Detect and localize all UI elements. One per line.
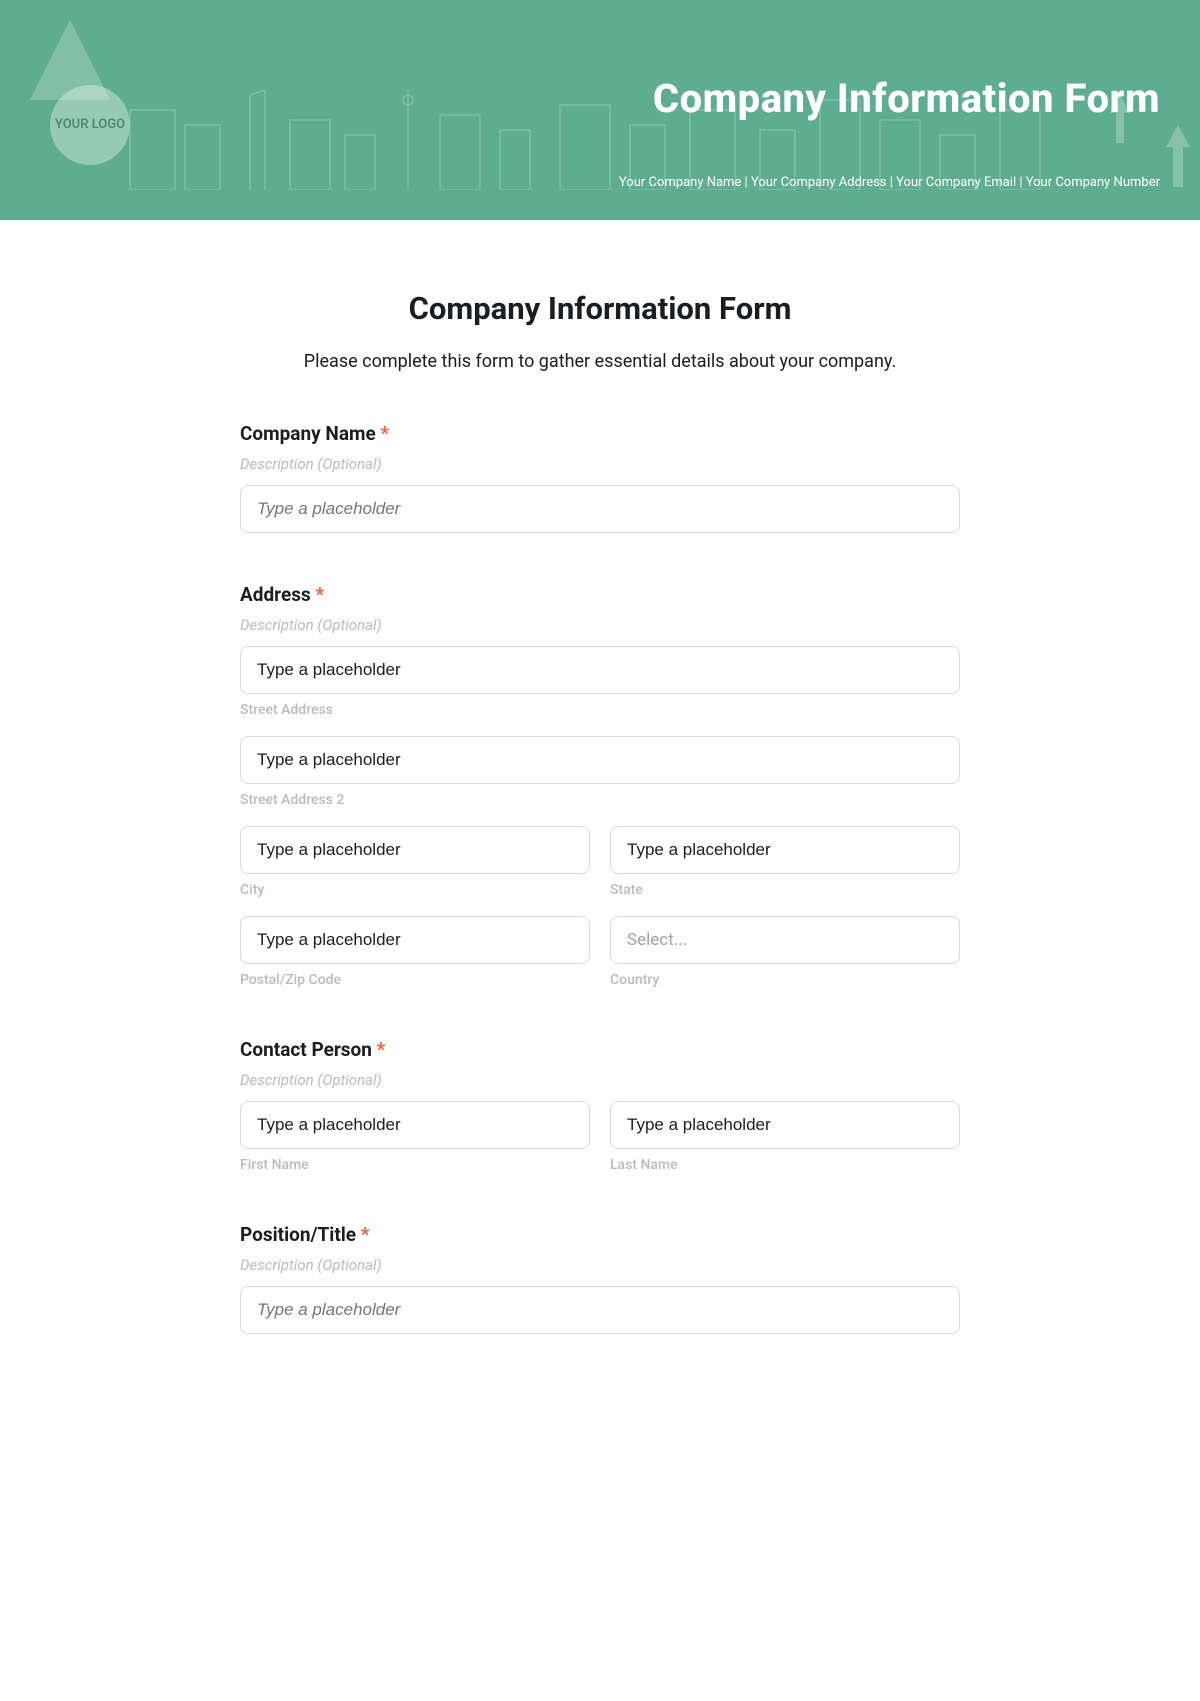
- sublabel-country: Country: [610, 972, 960, 988]
- input-city[interactable]: [240, 826, 590, 874]
- field-company-name: Company Name * Description (Optional): [240, 422, 960, 533]
- input-company-name[interactable]: [240, 485, 960, 533]
- header-subtitle: Your Company Name | Your Company Address…: [619, 175, 1160, 190]
- logo-placeholder: YOUR LOGO: [50, 85, 130, 165]
- sublabel-state: State: [610, 882, 960, 898]
- field-contact-person: Contact Person * Description (Optional) …: [240, 1038, 960, 1173]
- select-country[interactable]: Select...: [610, 916, 960, 964]
- desc-position: Description (Optional): [240, 1256, 960, 1274]
- header-banner: YOUR LOGO Company Information Form Your …: [0, 0, 1200, 220]
- sublabel-last-name: Last Name: [610, 1157, 960, 1173]
- input-first-name[interactable]: [240, 1101, 590, 1149]
- label-position: Position/Title *: [240, 1223, 960, 1246]
- input-position[interactable]: [240, 1286, 960, 1334]
- sublabel-first-name: First Name: [240, 1157, 590, 1173]
- desc-contact: Description (Optional): [240, 1071, 960, 1089]
- sublabel-street2: Street Address 2: [240, 792, 960, 808]
- desc-address: Description (Optional): [240, 616, 960, 634]
- page-title: Company Information Form: [240, 290, 960, 327]
- desc-company-name: Description (Optional): [240, 455, 960, 473]
- sublabel-street1: Street Address: [240, 702, 960, 718]
- sublabel-postal: Postal/Zip Code: [240, 972, 590, 988]
- input-street1[interactable]: [240, 646, 960, 694]
- page-subtitle: Please complete this form to gather esse…: [240, 351, 960, 372]
- input-state[interactable]: [610, 826, 960, 874]
- arrow-up-icon: [1166, 125, 1190, 147]
- field-address: Address * Description (Optional) Street …: [240, 583, 960, 988]
- label-address: Address *: [240, 583, 960, 606]
- header-title: Company Information Form: [653, 75, 1160, 122]
- input-street2[interactable]: [240, 736, 960, 784]
- form-container: Company Information Form Please complete…: [220, 290, 980, 1444]
- input-postal[interactable]: [240, 916, 590, 964]
- input-last-name[interactable]: [610, 1101, 960, 1149]
- label-company-name: Company Name *: [240, 422, 960, 445]
- label-contact: Contact Person *: [240, 1038, 960, 1061]
- sublabel-city: City: [240, 882, 590, 898]
- field-position: Position/Title * Description (Optional): [240, 1223, 960, 1334]
